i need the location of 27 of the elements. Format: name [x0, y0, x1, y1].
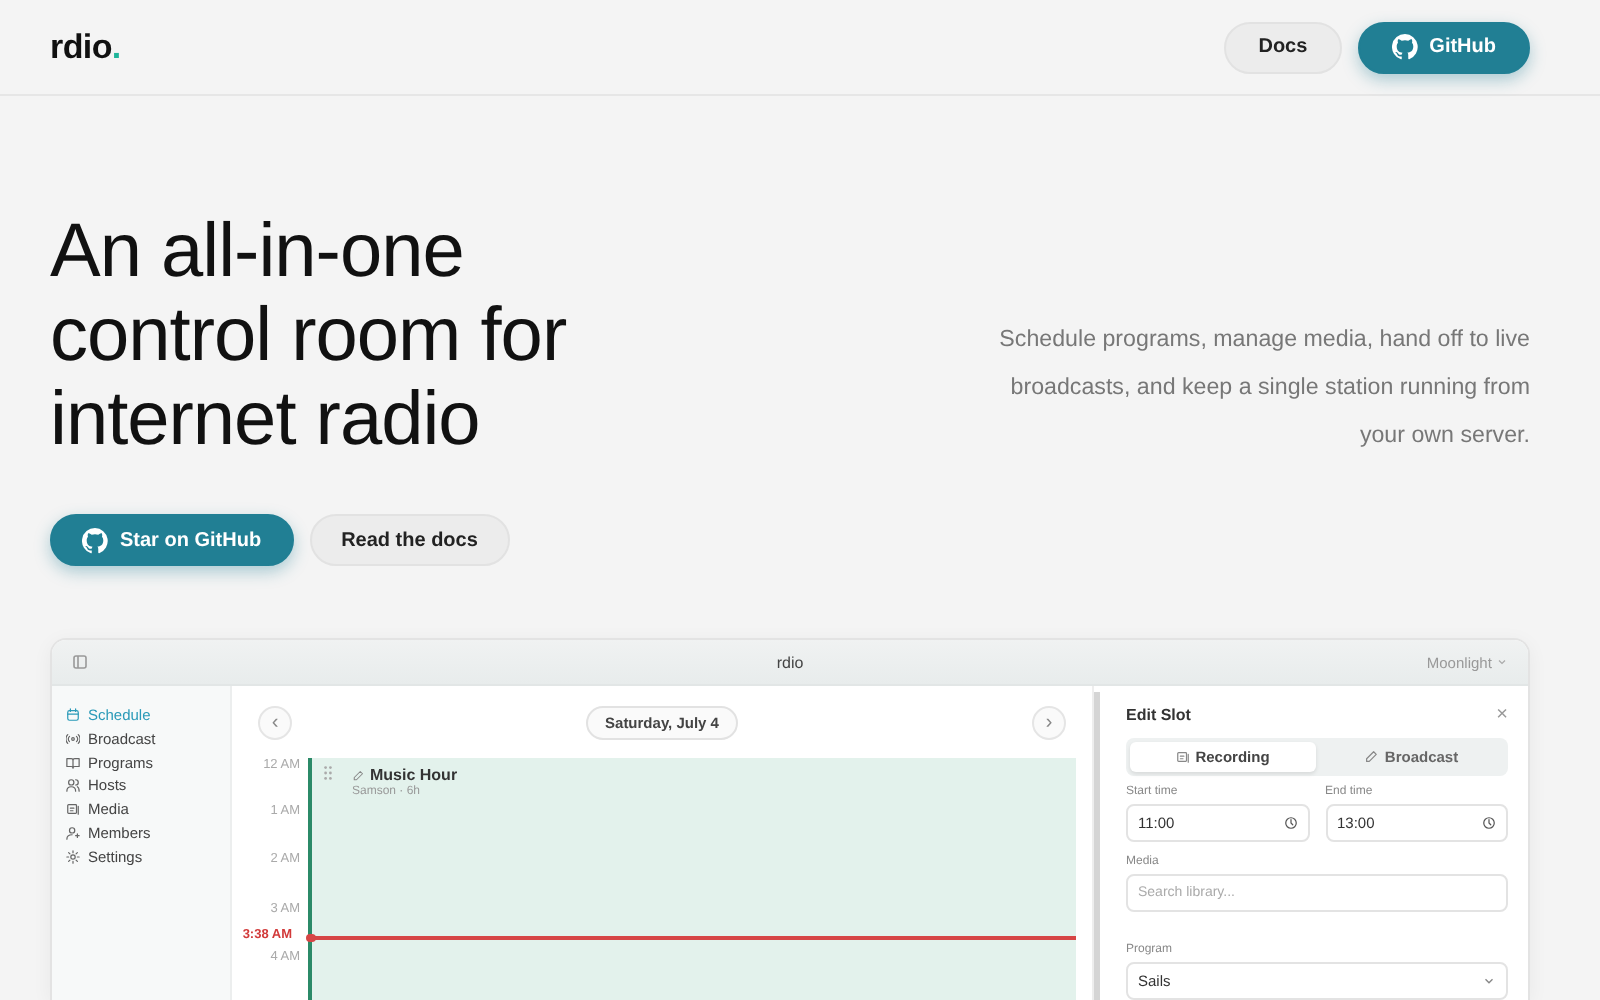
docs-button[interactable]: Docs [1224, 21, 1342, 73]
chevron-icon [1482, 974, 1496, 988]
github-icon [82, 527, 108, 553]
panel-title: Edit Slot [1126, 706, 1191, 724]
clock-icon [1482, 816, 1496, 830]
sidebar-toggle-icon[interactable] [72, 654, 88, 670]
media-icon [66, 802, 80, 817]
person-icon [66, 825, 80, 840]
github-button[interactable]: GitHub [1357, 21, 1530, 73]
tagline: Schedule programs, manage media, hand off to live broadcasts, and keep a single station running from your own server. [997, 324, 1530, 452]
people-icon [66, 778, 80, 793]
read-docs-button[interactable]: Read the docs [309, 514, 510, 566]
clock-icon [1283, 816, 1297, 830]
calendar-icon [66, 708, 80, 722]
book-icon [66, 755, 80, 770]
broadcast-icon [66, 731, 80, 746]
drag-handle-icon[interactable] [324, 766, 332, 780]
github-icon [1391, 34, 1418, 60]
event-title: Music Hour [370, 766, 458, 784]
pencil-icon [1364, 750, 1379, 764]
chevron-icon [1496, 655, 1508, 667]
hero-heading: An all-in-one control room for internet radio [50, 210, 567, 462]
window-title: rdio [776, 653, 804, 671]
logo[interactable]: rdio. [50, 27, 121, 67]
media-icon [1175, 750, 1190, 764]
star-on-github-button[interactable]: Star on GitHub [50, 514, 294, 566]
pencil-icon [352, 769, 364, 781]
